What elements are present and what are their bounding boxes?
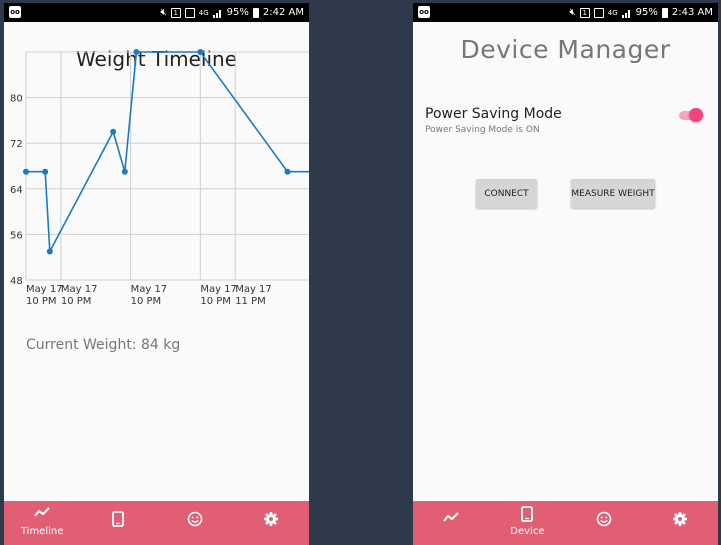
y-tick-label: 72: [10, 139, 23, 150]
phone-icon: [521, 506, 534, 522]
nav-timeline[interactable]: Timeline: [4, 501, 80, 545]
x-tick-label: 10 PM: [61, 296, 92, 307]
signal-bars-icon: [212, 8, 223, 18]
data-point: [197, 49, 204, 55]
x-tick-label: May 17: [235, 284, 272, 295]
weight-chart: 4856647280May 1710 PMMay 1710 PMMay 1710…: [10, 49, 309, 307]
x-tick-label: May 17: [131, 284, 168, 295]
phone-icon: [112, 511, 125, 527]
timeline-screen: oo 🔇︎ 1 4G 95% 2:42 AM Weight Timeline 4…: [4, 3, 309, 545]
nav-mood[interactable]: [566, 501, 642, 545]
measure-weight-button[interactable]: MEASURE WEIGHT: [571, 179, 655, 208]
app-notification-icon: oo: [9, 6, 21, 18]
data-point: [133, 49, 140, 55]
nav-timeline[interactable]: [413, 501, 489, 545]
bottom-nav: Device: [413, 501, 718, 545]
connect-button[interactable]: CONNECT: [476, 179, 537, 208]
nav-device[interactable]: [80, 501, 156, 545]
battery-percent: 95%: [226, 7, 249, 18]
power-saving-status: Power Saving Mode is ON: [425, 125, 540, 135]
x-tick-label: 10 PM: [200, 296, 231, 307]
x-tick-label: 11 PM: [235, 296, 266, 307]
power-saving-toggle[interactable]: [679, 107, 703, 123]
sim-signal-icon: [593, 7, 604, 18]
data-point: [110, 128, 117, 135]
toggle-thumb: [689, 108, 703, 122]
status-bar: oo 🔇︎ 1 4G 95% 2:42 AM: [4, 3, 309, 22]
nav-mood[interactable]: [157, 501, 233, 545]
gear-icon: [672, 512, 687, 526]
gear-icon: [263, 512, 278, 526]
nav-settings[interactable]: [233, 501, 309, 545]
series-line: [26, 51, 309, 255]
nav-label-device: Device: [510, 526, 545, 537]
nav-label-timeline: Timeline: [20, 526, 64, 537]
data-point: [284, 168, 291, 175]
network-type: 4G: [607, 8, 618, 17]
power-saving-label: Power Saving Mode: [425, 106, 562, 122]
battery-icon: [661, 7, 668, 18]
y-tick-label: 64: [10, 185, 23, 196]
sim-icon: 1: [170, 7, 181, 18]
battery-percent: 95%: [635, 7, 658, 18]
y-tick-label: 48: [10, 276, 23, 287]
status-bar: oo 🔇︎ 1 4G 95% 2:43 AM: [413, 3, 718, 22]
page-title: Device Manager: [460, 35, 671, 64]
smiley-icon: [596, 511, 611, 527]
clock: 2:42 AM: [262, 7, 304, 18]
current-weight: Current Weight: 84 kg: [26, 337, 181, 353]
timeline-icon: [34, 507, 50, 517]
signal-bars-icon: [621, 8, 632, 18]
network-type: 4G: [198, 8, 209, 17]
device-screen: oo 🔇︎ 1 4G 95% 2:43 AM Device Manager Po…: [413, 3, 718, 545]
clock: 2:43 AM: [671, 7, 713, 18]
x-tick-label: 10 PM: [131, 296, 162, 307]
x-tick-label: 10 PM: [26, 296, 57, 307]
timeline-icon: [443, 512, 459, 522]
sim-signal-icon: [184, 7, 195, 18]
x-tick-label: May 17: [26, 284, 63, 295]
x-tick-label: May 17: [61, 284, 98, 295]
nav-settings[interactable]: [642, 501, 718, 545]
data-point: [23, 168, 29, 175]
battery-icon: [252, 7, 259, 18]
bottom-nav: Timeline: [4, 501, 309, 545]
mute-icon: 🔇︎: [569, 7, 576, 18]
x-tick-label: May 17: [200, 284, 237, 295]
sim-icon: 1: [579, 7, 590, 18]
mute-icon: 🔇︎: [160, 7, 167, 18]
data-point: [121, 168, 128, 175]
data-point: [46, 248, 53, 255]
y-tick-label: 56: [10, 230, 23, 241]
data-point: [42, 168, 49, 175]
y-tick-label: 80: [10, 94, 23, 105]
app-notification-icon: oo: [418, 6, 430, 18]
smiley-icon: [187, 511, 202, 527]
nav-device[interactable]: Device: [489, 501, 565, 545]
